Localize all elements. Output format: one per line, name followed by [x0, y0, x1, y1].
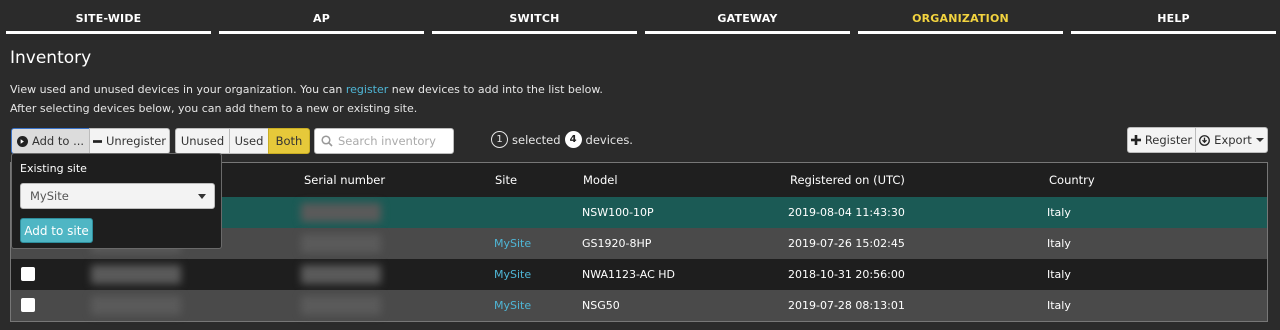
add-to-label: Add to ...	[31, 134, 85, 148]
selection-info: 1 selected 4 devices.	[491, 131, 633, 148]
site-select[interactable]: MySite	[20, 183, 215, 209]
column-header-country[interactable]: Country	[1049, 173, 1095, 187]
minus-icon	[92, 139, 102, 143]
registered-cell: 2019-07-26 15:02:45	[788, 237, 905, 250]
site-link[interactable]: MySite	[494, 237, 531, 250]
filter-both-button[interactable]: Both	[268, 128, 310, 154]
model-cell: GS1920-8HP	[582, 237, 652, 250]
add-to-popover: Existing site MySite Add to site	[11, 153, 222, 249]
tab-help[interactable]: HELP	[1071, 0, 1276, 34]
tab-organization[interactable]: ORGANIZATION	[858, 0, 1063, 34]
description-line-2: After selecting devices below, you can a…	[10, 102, 418, 115]
caret-down-icon	[1255, 138, 1264, 142]
column-header-registered[interactable]: Registered on (UTC)	[790, 173, 905, 187]
country-cell: Italy	[1047, 268, 1071, 281]
description-line-1: View used and unused devices in your org…	[10, 83, 603, 96]
tab-switch[interactable]: SWITCH	[432, 0, 637, 34]
site-link[interactable]: MySite	[494, 299, 531, 312]
add-to-button[interactable]: Add to ...	[11, 128, 90, 154]
site-link[interactable]: MySite	[494, 268, 531, 281]
search-icon	[321, 135, 333, 147]
search-box	[314, 128, 454, 154]
blurred-serial	[301, 265, 381, 284]
filter-used-button[interactable]: Used	[229, 128, 269, 154]
row-checkbox[interactable]	[21, 267, 35, 281]
country-cell: Italy	[1047, 206, 1071, 219]
column-header-site[interactable]: Site	[495, 173, 517, 187]
selected-text: selected	[512, 132, 561, 147]
registered-cell: 2019-07-28 08:13:01	[788, 299, 905, 312]
model-cell: NWA1123-AC HD	[582, 268, 676, 281]
top-nav: SITE-WIDE AP SWITCH GATEWAY ORGANIZATION…	[0, 0, 1280, 34]
country-cell: Italy	[1047, 237, 1071, 250]
plus-icon	[1130, 135, 1141, 145]
table-row[interactable]: MySite NSG50 2019-07-28 08:13:01 Italy	[11, 290, 1267, 321]
blurred-mac	[91, 296, 181, 315]
description-text: new devices to add into the list below.	[388, 83, 603, 96]
caret-down-icon	[198, 194, 206, 199]
model-cell: NSW100-10P	[582, 206, 654, 219]
add-to-site-button[interactable]: Add to site	[20, 218, 93, 243]
filter-unused-button[interactable]: Unused	[175, 128, 230, 154]
selected-count-badge: 1	[491, 131, 508, 148]
registered-cell: 2018-10-31 20:56:00	[788, 268, 905, 281]
tab-ap[interactable]: AP	[219, 0, 424, 34]
register-link[interactable]: register	[346, 83, 388, 96]
unregister-label: Unregister	[105, 134, 167, 148]
column-header-serial[interactable]: Serial number	[304, 173, 385, 187]
page-title: Inventory	[10, 48, 92, 68]
site-select-value: MySite	[30, 189, 69, 203]
unregister-button[interactable]: Unregister	[89, 128, 170, 154]
blurred-mac	[91, 265, 181, 284]
column-header-model[interactable]: Model	[583, 173, 618, 187]
country-cell: Italy	[1047, 299, 1071, 312]
devices-text: devices.	[585, 132, 633, 147]
search-input[interactable]	[338, 134, 450, 148]
model-cell: NSG50	[582, 299, 620, 312]
download-icon	[1199, 134, 1211, 146]
arrow-right-circle-icon	[16, 135, 28, 147]
row-checkbox[interactable]	[21, 298, 35, 312]
register-label: Register	[1144, 133, 1193, 147]
registered-cell: 2019-08-04 11:43:30	[788, 206, 905, 219]
table-row[interactable]: MySite NWA1123-AC HD 2018-10-31 20:56:00…	[11, 259, 1267, 290]
description-text: View used and unused devices in your org…	[10, 83, 346, 96]
tab-site-wide[interactable]: SITE-WIDE	[6, 0, 211, 34]
export-label: Export	[1214, 133, 1252, 147]
blurred-serial	[301, 296, 381, 315]
blurred-serial	[301, 234, 381, 253]
device-count-badge: 4	[564, 131, 582, 148]
existing-site-label: Existing site	[20, 162, 87, 175]
register-button[interactable]: Register	[1127, 127, 1196, 153]
tab-gateway[interactable]: GATEWAY	[645, 0, 850, 34]
export-button[interactable]: Export	[1195, 127, 1268, 153]
blurred-serial	[301, 203, 381, 222]
